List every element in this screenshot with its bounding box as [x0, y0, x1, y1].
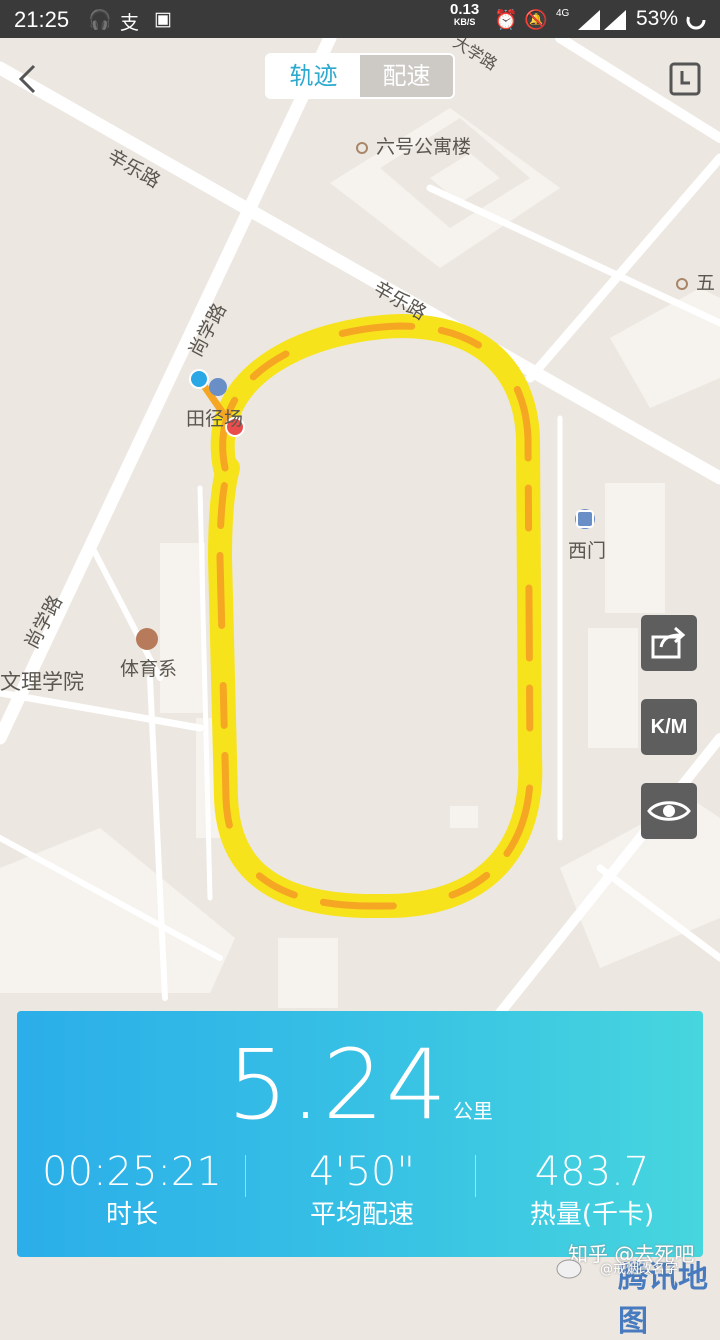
distance-value: 5.24: [227, 1029, 449, 1141]
start-marker: [189, 369, 209, 389]
chevron-left-icon: [18, 64, 36, 94]
duration-value: 00:25:21: [42, 1149, 222, 1195]
poi-name: 六号公寓楼: [376, 136, 472, 158]
divider: [245, 1155, 246, 1197]
poi-label: 五: [676, 268, 715, 295]
signal-label: 4G: [556, 9, 569, 19]
battery-icon: [686, 10, 706, 30]
signal-icon-2: [604, 10, 626, 30]
calories-value: 483.7: [534, 1149, 650, 1195]
poi-label: 西门: [568, 540, 607, 562]
building-block: [605, 483, 665, 613]
divider: [475, 1155, 476, 1197]
alipay-icon: 支: [120, 13, 140, 34]
signal-type: 4G: [556, 8, 570, 19]
watermark-sub: @戒烟改名字: [600, 1262, 679, 1277]
poi-dot-icon: [676, 277, 688, 290]
calories-stat: 483.7 热量(千卡): [487, 1149, 697, 1235]
alarm-icon: ⏰: [494, 10, 518, 31]
image-icon: ▣: [154, 9, 172, 30]
history-button[interactable]: [668, 61, 702, 97]
view-tabs: 轨迹 配速: [265, 53, 455, 99]
history-icon: [669, 62, 701, 96]
poi-label: 六号公寓楼: [356, 132, 471, 159]
poi-name: 五: [696, 272, 716, 294]
distance-unit: 公里: [452, 1099, 493, 1123]
poi-dot-icon: [356, 141, 368, 154]
net-speed: 0.13 KB/S: [450, 2, 479, 29]
share-button[interactable]: [641, 615, 697, 671]
pace-label: 平均配速: [309, 1200, 414, 1230]
weibo-logo-icon: [556, 1259, 582, 1279]
duration-stat: 00:25:21 时长: [27, 1149, 237, 1235]
net-speed-unit: KB/S: [453, 17, 476, 27]
battery-percent: 53%: [636, 7, 679, 30]
poi-label: 田径场: [186, 408, 244, 430]
mute-icon: 🔕: [524, 10, 548, 31]
stats-panel: 5.24 公里 00:25:21 时长 4'50" 平均配速 483.7 热量(千…: [17, 1011, 703, 1257]
eye-icon: [647, 801, 691, 821]
pace-value: 4'50": [309, 1149, 415, 1195]
distance: 5.24 公里: [17, 1029, 703, 1141]
status-bar: 21:25 🎧 支 ▣ 0.13 KB/S ⏰ 🔕 4G 53%: [0, 0, 720, 38]
share-icon: [651, 626, 686, 659]
tab-track[interactable]: 轨迹: [267, 55, 360, 97]
headset-icon: 🎧: [88, 10, 112, 31]
poi-label: 体育系: [120, 658, 178, 680]
signal-icon: [578, 10, 600, 30]
unit-toggle-button[interactable]: K/M: [641, 699, 697, 755]
building-block: [588, 628, 638, 748]
duration-label: 时长: [105, 1200, 158, 1230]
pace-stat: 4'50" 平均配速: [257, 1149, 467, 1235]
km-label: K/M: [650, 716, 688, 738]
poi-label: 文理学院: [0, 670, 84, 694]
calories-label: 热量(千卡): [529, 1200, 655, 1230]
building-block: [160, 543, 205, 713]
faculty-icon: [136, 628, 158, 650]
building-block: [278, 938, 338, 1008]
status-time: 21:25: [14, 7, 70, 32]
stadium-icon: [209, 378, 227, 396]
tab-pace[interactable]: 配速: [360, 55, 453, 97]
visibility-button[interactable]: [641, 783, 697, 839]
back-button[interactable]: [8, 54, 48, 104]
